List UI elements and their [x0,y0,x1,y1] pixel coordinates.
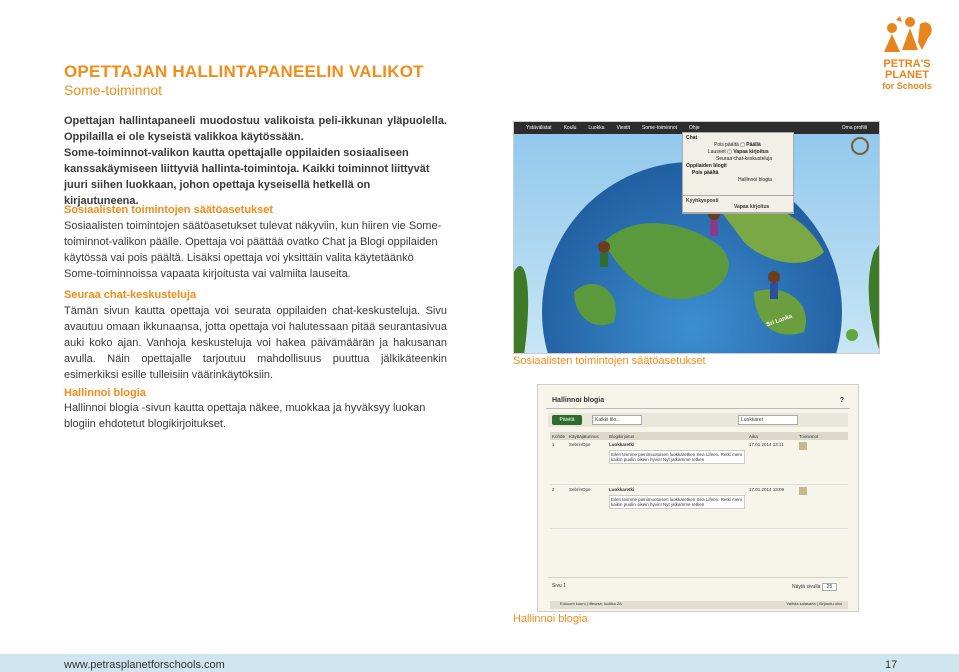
col-header-time: Aika [747,432,798,440]
row-time: 17.01.2014 13:11 [747,440,798,485]
row-time: 17.01.2014 13:09 [747,484,798,529]
row-id: 2 [550,484,568,529]
blog-toolbar: Päivitä Kaikki tilo... Luokkaret [548,413,848,427]
page-number: 17 [885,659,898,671]
caption-screenshot-1: Sosiaalisten toimintojen säätöasetukset [513,355,706,367]
follow-chat-link[interactable]: Seuraa chat-keskusteluja [686,156,790,163]
intro-paragraph-1: Opettajan hallintapaneeli muodostuu vali… [64,115,447,143]
status-filter-select[interactable]: Kaikki tilo... [592,415,642,425]
dropdown-chat-label: Chat [686,135,698,141]
row-post: Luokkaretki Eilen teimme pienimuotoisen … [607,440,748,485]
game-window-screenshot: Ystävälistat Koulu Luokka Viestit Some-t… [513,121,880,354]
edit-icon[interactable] [799,486,808,495]
post-text[interactable]: Eilen teimme pienimuotoisen luokkaretken… [609,450,746,464]
pigeon-free-text-option[interactable]: Vapaa kirjoitus [686,204,790,210]
section-text-chat: Tämän sivun kautta opettaja voi seurata … [64,305,447,381]
col-header-id: Kohde [550,432,568,440]
row-id: 1 [550,440,568,485]
menu-school[interactable]: Koulu [564,125,577,131]
section-heading-blog: Hallinnoi blogia [64,387,146,399]
menu-messages[interactable]: Viestit [617,125,631,131]
page-title: OPETTAJAN HALLINTAPANEELIN VALIKOT [64,62,424,81]
col-header-user: Käyttäjätunnus [567,432,608,440]
blog-table: Kohde Käyttäjätunnus Blogikirjoitus Aika… [550,432,848,529]
page-size-select[interactable]: 25 [821,583,838,591]
blog-window-footer: Educom kouru | lifeurse, luokka ZA Vaihd… [550,601,848,609]
row-actions [797,440,848,485]
footer-left-text: Educom kouru | lifeurse, luokka ZA [560,601,622,606]
blog-window-header: Hallinnoi blogia ? [546,389,850,409]
menu-help[interactable]: Ohje [689,125,700,131]
edit-icon[interactable] [799,442,808,450]
chat-on-option[interactable]: Päällä [746,142,760,148]
col-header-post: Blogikirjoitus [607,432,748,440]
menu-friends[interactable]: Ystävälistat [526,125,552,131]
blog-window-title: Hallinnoi blogia [552,397,605,404]
footer-url[interactable]: www.petrasplanetforschools.com [64,659,225,671]
section-heading-chat: Seuraa chat-keskusteluja [64,289,197,301]
page-size-label: Näytä sivulla [792,584,821,590]
chat-off-option[interactable]: Pois päältä [714,142,739,148]
row-post: Luokkaretki Eilen teimme pienimuotoisen … [607,484,748,529]
post-title: Luokkaretki [609,486,635,492]
row-actions [797,484,848,529]
section-text-social-settings: Sosiaalisten toimintojen säätöasetukset … [64,220,442,280]
petras-planet-logo: PETRA'S PLANET for Schools [876,14,938,92]
logo-line2: PLANET [885,69,929,81]
page-size-control: Näytä sivulla 25 [792,583,838,591]
logo-line3: for Schools [882,81,932,91]
section-heading-social-settings: Sosiaalisten toimintojen säätöasetukset [64,204,274,216]
col-header-actions: Toiminnot [797,432,848,440]
blog-search-input[interactable]: Luokkaret [738,415,798,425]
page-subtitle: Some-toiminnot [64,82,163,98]
help-icon[interactable]: ? [840,397,844,404]
blog-management-screenshot: Hallinnoi blogia ? Päivitä Kaikki tilo..… [537,384,859,612]
free-text-option[interactable]: Vapaa kirjoitus [733,149,768,155]
manage-blog-link[interactable]: Hallinnoi blogia [686,177,790,184]
post-title: Luokkaretki [609,442,635,447]
sentences-option[interactable]: Lauseet [708,149,726,155]
row-user: SebrinOpe [567,440,608,485]
post-text[interactable]: Eilen teimme pienimuotoisen luokkaretken… [609,494,746,509]
page-indicator: Sivu 1 [552,583,566,589]
menu-profile[interactable]: Oma profiili [842,125,867,131]
logo-figures-icon [884,16,932,52]
caption-screenshot-2: Hallinnoi blogia [513,613,588,625]
dropdown-blog-label: Oppilaiden blogit [686,163,727,169]
table-row: 2 SebrinOpe Luokkaretki Eilen teimme pie… [550,484,848,529]
row-user: SebrinOpe [567,484,608,529]
intro-paragraph-2: Some-toiminnot-valikon kautta opettajall… [64,147,430,207]
divider [548,577,848,578]
menu-social[interactable]: Some-toiminnot [642,125,677,131]
menu-class[interactable]: Luokka [588,125,604,131]
blog-off-option[interactable]: Pois päältä [686,170,790,177]
table-row: 1 SebrinOpe Luokkaretki Eilen teimme pie… [550,440,848,485]
pigeon-post-dropdown: Kyyhkysposti Vapaa kirjoitus [682,195,794,213]
footer-right-links[interactable]: Vaihda salasana | Kirjaudu ulos [786,601,842,606]
refresh-button[interactable]: Päivitä [552,415,582,425]
section-text-blog: Hallinnoi blogia -sivun kautta opettaja … [64,402,426,430]
